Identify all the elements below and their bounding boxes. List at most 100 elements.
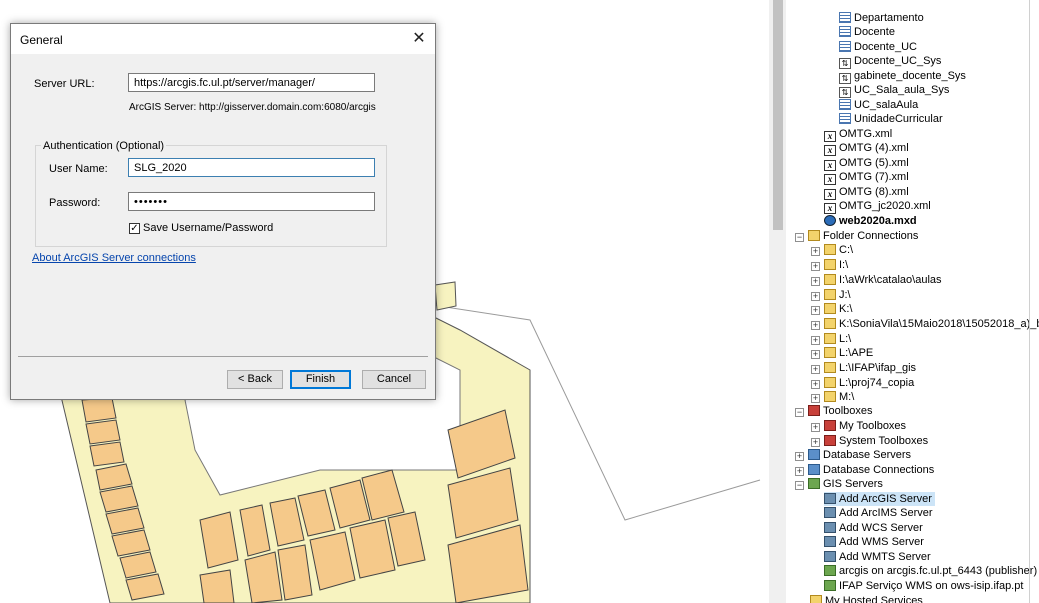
- expand-icon[interactable]: +: [811, 247, 820, 256]
- folder-icon: [824, 289, 836, 300]
- tree-item-folder-c[interactable]: + C:\: [811, 243, 853, 257]
- xml-file-icon: x: [824, 203, 836, 214]
- tree-item-my-hosted-services[interactable]: My Hosted Services: [810, 594, 923, 603]
- server-url-input[interactable]: [128, 73, 375, 92]
- tree-item-uc-salaaula[interactable]: UC_salaAula: [839, 98, 918, 112]
- catalog-tree[interactable]: Departamento Docente Docente_UC ⇅ Docente…: [786, 0, 1039, 603]
- tree-item-folder-m[interactable]: + M:\: [811, 390, 854, 404]
- tree-item-folder-j[interactable]: + J:\: [811, 288, 851, 302]
- folder-icon: [824, 259, 836, 270]
- expand-icon[interactable]: +: [811, 365, 820, 374]
- toolbox-icon: [824, 435, 836, 446]
- expand-icon[interactable]: +: [811, 321, 820, 330]
- tree-item-folder-soniavila[interactable]: + K:\SoniaVila\15Maio2018\15052018_a)_b): [811, 317, 1039, 331]
- tree-item-omtg-xml[interactable]: x OMTG.xml: [824, 127, 892, 142]
- folder-icon: [824, 274, 836, 285]
- add-server-icon: [824, 522, 836, 533]
- tree-item-uc-sala-aula-sys[interactable]: ⇅ UC_Sala_aula_Sys: [839, 83, 949, 98]
- tree-item-folder-ifap[interactable]: + L:\IFAP\ifap_gis: [811, 361, 916, 375]
- password-input[interactable]: [128, 192, 375, 211]
- expand-icon[interactable]: +: [795, 452, 804, 461]
- tree-item-omtg-8[interactable]: x OMTG (8).xml: [824, 185, 909, 200]
- expand-icon[interactable]: +: [811, 306, 820, 315]
- add-server-icon: [824, 493, 836, 504]
- close-icon[interactable]: ✕: [409, 29, 429, 49]
- collapse-icon[interactable]: −: [795, 233, 804, 242]
- tree-item-folder-i[interactable]: + I:\: [811, 258, 848, 272]
- tree-item-database-connections[interactable]: + Database Connections: [795, 463, 934, 477]
- tree-item-folder-connections[interactable]: − Folder Connections: [795, 229, 918, 243]
- username-input[interactable]: [128, 158, 375, 177]
- xml-file-icon: x: [824, 145, 836, 156]
- save-credentials-checkbox[interactable]: ✓: [129, 223, 140, 234]
- tree-item-omtg-jc2020[interactable]: x OMTG_jc2020.xml: [824, 199, 931, 214]
- tree-item-ifap-wms-connection[interactable]: IFAP Serviço WMS on ows-isip.ifap.pt: [824, 579, 1023, 593]
- cancel-button[interactable]: Cancel: [362, 370, 426, 389]
- collapse-icon[interactable]: −: [795, 408, 804, 417]
- tree-item-arcgis-connection[interactable]: arcgis on arcgis.fc.ul.pt_6443 (publishe…: [824, 564, 1037, 578]
- tree-item-web2020a-mxd[interactable]: web2020a.mxd: [824, 214, 917, 228]
- tree-item-folder-catalao[interactable]: + I:\aWrk\catalao\aulas: [811, 273, 942, 287]
- authentication-group-label: Authentication (Optional): [41, 140, 167, 152]
- relationship-icon: ⇅: [839, 87, 851, 98]
- about-connections-link[interactable]: About ArcGIS Server connections: [32, 252, 196, 264]
- tree-item-folder-k[interactable]: + K:\: [811, 302, 852, 316]
- finish-button[interactable]: Finish: [290, 370, 351, 389]
- folder-icon: [824, 377, 836, 388]
- expand-icon[interactable]: +: [811, 380, 820, 389]
- tree-item-folder-l[interactable]: + L:\: [811, 332, 851, 346]
- tree-item-add-wcs-server[interactable]: Add WCS Server: [824, 521, 923, 535]
- tree-item-docente-uc[interactable]: Docente_UC: [839, 40, 917, 54]
- tree-item-add-wms-server[interactable]: Add WMS Server: [824, 535, 924, 549]
- expand-icon[interactable]: +: [811, 423, 820, 432]
- dialog-title: General: [20, 33, 63, 47]
- add-server-icon: [824, 507, 836, 518]
- server-url-label: Server URL:: [34, 78, 95, 90]
- tree-item-departamento[interactable]: Departamento: [839, 11, 924, 25]
- tree-item-folder-ape[interactable]: + L:\APE: [811, 346, 873, 360]
- toolbox-icon: [808, 405, 820, 416]
- expand-icon[interactable]: +: [811, 292, 820, 301]
- tree-item-omtg-4[interactable]: x OMTG (4).xml: [824, 141, 909, 156]
- tree-item-gabinete-docente-sys[interactable]: ⇅ gabinete_docente_Sys: [839, 69, 966, 84]
- tree-item-folder-proj74[interactable]: + L:\proj74_copia: [811, 376, 914, 390]
- tree-item-omtg-7[interactable]: x OMTG (7).xml: [824, 170, 909, 185]
- table-icon: [839, 99, 851, 110]
- tree-border: [1029, 0, 1030, 603]
- folder-icon: [824, 244, 836, 255]
- add-server-icon: [824, 551, 836, 562]
- back-button[interactable]: < Back: [227, 370, 283, 389]
- tree-item-add-arcgis-server[interactable]: Add ArcGIS Server: [824, 492, 935, 506]
- expand-icon[interactable]: +: [811, 350, 820, 359]
- expand-icon[interactable]: +: [811, 262, 820, 271]
- map-document-icon: [824, 215, 836, 226]
- tree-item-docente[interactable]: Docente: [839, 25, 895, 39]
- folder-icon: [824, 303, 836, 314]
- folder-icon: [824, 318, 836, 329]
- tree-item-add-wmts-server[interactable]: Add WMTS Server: [824, 550, 931, 564]
- tree-item-unidadecurricular[interactable]: UnidadeCurricular: [839, 112, 943, 126]
- tree-item-toolboxes[interactable]: − Toolboxes: [795, 404, 873, 418]
- tree-item-database-servers[interactable]: + Database Servers: [795, 448, 911, 462]
- database-server-icon: [808, 449, 820, 460]
- dialog-title-bar[interactable]: General ✕: [11, 24, 435, 54]
- tree-item-add-arcims-server[interactable]: Add ArcIMS Server: [824, 506, 933, 520]
- expand-icon[interactable]: +: [811, 394, 820, 403]
- expand-icon[interactable]: +: [811, 438, 820, 447]
- tree-item-my-toolboxes[interactable]: + My Toolboxes: [811, 419, 906, 433]
- arcgis-server-dialog: General ✕ Server URL: ArcGIS Server: htt…: [10, 23, 436, 400]
- tree-item-omtg-5[interactable]: x OMTG (5).xml: [824, 156, 909, 171]
- collapse-icon[interactable]: −: [795, 481, 804, 490]
- tree-scrollbar-thumb[interactable]: [773, 0, 783, 230]
- expand-icon[interactable]: +: [811, 277, 820, 286]
- password-label: Password:: [49, 197, 101, 209]
- folder-icon: [824, 347, 836, 358]
- expand-icon[interactable]: +: [811, 336, 820, 345]
- folder-icon: [824, 362, 836, 373]
- tree-item-docente-uc-sys[interactable]: ⇅ Docente_UC_Sys: [839, 54, 941, 69]
- tree-item-system-toolboxes[interactable]: + System Toolboxes: [811, 434, 928, 448]
- folder-icon: [824, 333, 836, 344]
- relationship-icon: ⇅: [839, 58, 851, 69]
- expand-icon[interactable]: +: [795, 467, 804, 476]
- tree-item-gis-servers[interactable]: − GIS Servers: [795, 477, 883, 491]
